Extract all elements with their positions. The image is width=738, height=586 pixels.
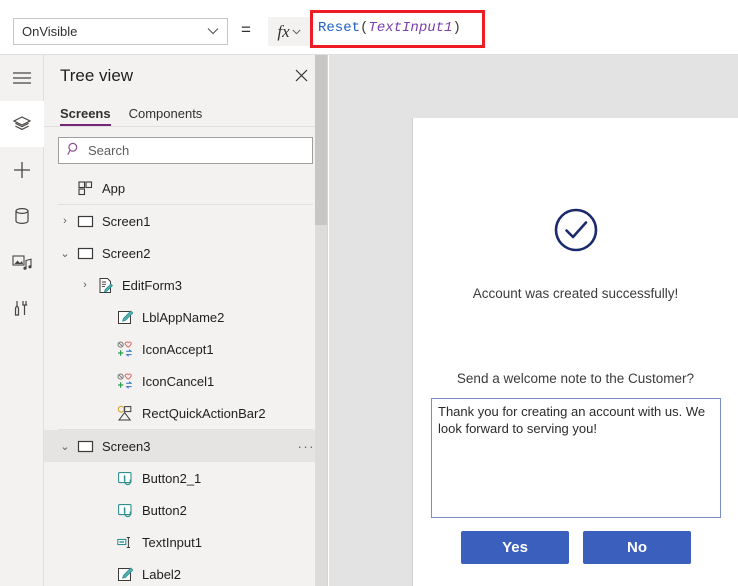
search-placeholder: Search (88, 143, 130, 158)
label-pencil-icon (114, 566, 136, 583)
success-check-circle-icon (551, 205, 601, 258)
edit-form-icon (94, 277, 116, 294)
tree-view-panel: Tree view Screens Components Search App ›… (44, 55, 328, 586)
tree-item-textinput1[interactable]: TextInput1 (44, 526, 327, 558)
tab-screens[interactable]: Screens (60, 106, 111, 126)
tree-item-label: IconAccept1 (142, 341, 214, 357)
formula-bar: OnVisible = fx Reset(TextInput1) (0, 0, 738, 55)
search-input[interactable]: Search (58, 137, 313, 164)
formula-input-extension[interactable] (485, 17, 737, 47)
tab-components[interactable]: Components (129, 106, 203, 126)
tree-item-app[interactable]: App (44, 172, 327, 204)
button-icon (114, 502, 136, 519)
tree-item-editform3[interactable]: › EditForm3 (44, 269, 327, 301)
tree-item-label: Button2_1 (142, 470, 202, 486)
label-pencil-icon (114, 309, 136, 326)
tree-item-label: Label2 (142, 566, 182, 582)
property-dropdown-value: OnVisible (22, 24, 78, 39)
formula-input[interactable]: Reset(TextInput1) (318, 20, 461, 36)
canvas-area: Account was created successfully! Send a… (329, 55, 738, 586)
screen-rect-icon (74, 245, 96, 262)
insert-plus-icon[interactable] (0, 147, 44, 193)
property-dropdown[interactable]: OnVisible (13, 18, 228, 45)
formula-argument: TextInput1 (368, 20, 453, 36)
yes-button[interactable]: Yes (461, 531, 569, 564)
tree-item-label: IconCancel1 (142, 373, 215, 389)
media-icon[interactable] (0, 239, 44, 285)
advanced-tools-icon[interactable] (0, 285, 44, 331)
tree-item-screen3[interactable]: ⌄ Screen3 ··· (44, 430, 327, 462)
tree-item-screen1[interactable]: › Screen1 (44, 205, 327, 237)
button-icon (114, 470, 136, 487)
formula-function-name: Reset (318, 20, 361, 36)
fx-icon: fx (277, 21, 290, 41)
tree-item-label: TextInput1 (142, 534, 202, 550)
chevron-down-icon[interactable]: ⌄ (56, 440, 74, 453)
chevron-right-icon[interactable]: › (56, 215, 74, 227)
tree-item-button2[interactable]: Button2 (44, 494, 327, 526)
fx-function-button[interactable]: fx (268, 17, 310, 46)
prompt-message-label: Send a welcome note to the Customer? (456, 371, 695, 386)
shape-rect-icon (114, 405, 136, 422)
tree-item-rectquickactionbar2[interactable]: RectQuickActionBar2 (44, 397, 327, 429)
chevron-right-icon[interactable]: › (76, 279, 94, 291)
no-button[interactable]: No (583, 531, 691, 564)
tree-item-more-options[interactable]: ··· (298, 439, 316, 454)
tree-item-iconcancel1[interactable]: IconCancel1 (44, 365, 327, 397)
formula-close-paren: ) (452, 20, 461, 36)
tree-item-label: Screen1 (102, 213, 151, 229)
screen-rect-icon (74, 213, 96, 230)
chevron-down-icon (292, 27, 301, 37)
tree-item-list: App › Screen1 ⌄ Screen2 › EditForm3 LblAppName2… (44, 172, 327, 586)
tree-item-label2[interactable]: Label2 (44, 558, 327, 586)
icon-set-icon (114, 373, 136, 390)
app-screen-preview[interactable]: Account was created successfully! Send a… (412, 118, 738, 586)
chevron-down-icon (207, 26, 219, 38)
tree-item-label: EditForm3 (122, 277, 182, 293)
search-icon (67, 142, 81, 159)
tree-view-layers-icon[interactable] (0, 101, 44, 147)
tree-item-iconaccept1[interactable]: IconAccept1 (44, 333, 327, 365)
tree-view-tabs: Screens Components (44, 97, 327, 127)
tree-item-label: App (102, 180, 126, 196)
text-input-icon (114, 534, 136, 551)
icon-set-icon (114, 341, 136, 358)
hamburger-menu-icon[interactable] (0, 55, 44, 101)
tree-view-header: Tree view (44, 55, 327, 97)
tree-item-label: RectQuickActionBar2 (142, 405, 266, 421)
tree-item-label: Button2 (142, 502, 187, 518)
welcome-note-textarea[interactable] (431, 398, 721, 518)
tree-item-label: LblAppName2 (142, 309, 225, 325)
chevron-down-icon[interactable]: ⌄ (56, 247, 74, 260)
data-cylinder-icon[interactable] (0, 193, 44, 239)
app-grid-icon (74, 180, 96, 197)
search-container: Search (44, 127, 327, 172)
tree-item-lblappname2[interactable]: LblAppName2 (44, 301, 327, 333)
tree-item-button2_1[interactable]: Button2_1 (44, 462, 327, 494)
equals-sign: = (241, 20, 251, 39)
screen-rect-icon (74, 438, 96, 455)
tree-item-label: Screen2 (102, 245, 151, 261)
tree-item-label: Screen3 (102, 438, 151, 454)
panel-title: Tree view (60, 66, 134, 85)
left-icon-rail (0, 55, 44, 586)
tree-scrollbar[interactable] (315, 55, 327, 586)
tree-scrollbar-thumb[interactable] (315, 55, 327, 225)
success-message-label: Account was created successfully! (472, 286, 679, 301)
close-icon[interactable] (290, 65, 313, 88)
tree-item-screen2[interactable]: ⌄ Screen2 (44, 237, 327, 269)
